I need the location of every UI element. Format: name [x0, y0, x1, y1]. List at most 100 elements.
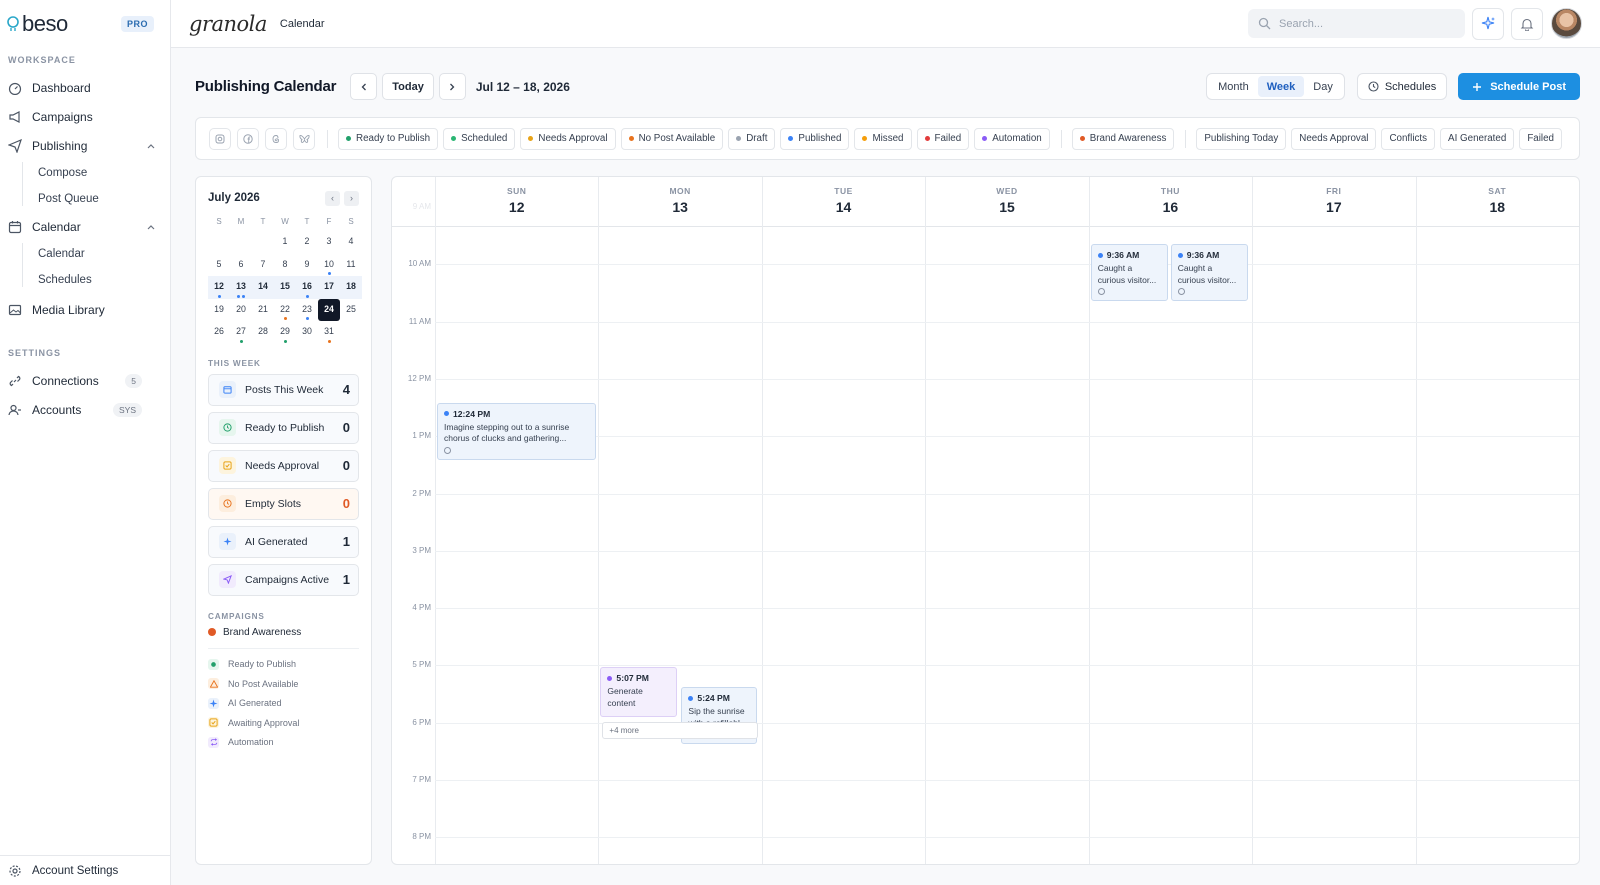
prev-week-button[interactable]: [350, 73, 378, 100]
nav-connections[interactable]: Connections 5: [0, 366, 170, 395]
stat-ready-to-publish[interactable]: Ready to Publish 0: [208, 411, 359, 444]
nav-post-queue[interactable]: Post Queue: [0, 186, 170, 212]
workspace-brand[interactable]: granola: [189, 12, 267, 36]
status-chip-missed[interactable]: Missed: [854, 127, 912, 150]
quick-filter-ai-generated[interactable]: AI Generated: [1440, 127, 1515, 150]
nav-publishing[interactable]: Publishing: [0, 131, 170, 160]
status-chip-draft[interactable]: Draft: [728, 127, 776, 150]
calendar-event[interactable]: 9:36 AM Caught a curious visitor...: [1090, 244, 1168, 302]
more-events-link[interactable]: +4 more: [602, 722, 758, 740]
mini-prev-button[interactable]: ‹: [325, 190, 340, 206]
nav-accounts[interactable]: Accounts SYS: [0, 395, 170, 424]
quick-filter-publishing-today[interactable]: Publishing Today: [1196, 127, 1287, 150]
ai-assistant-button[interactable]: [1472, 7, 1504, 40]
mini-day-7[interactable]: 7: [252, 254, 274, 277]
nav-compose[interactable]: Compose: [0, 160, 170, 186]
mini-day-21[interactable]: 21: [252, 299, 274, 322]
calendar-event[interactable]: 9:36 AM Caught a curious visitor...: [1170, 244, 1248, 302]
view-week-tab[interactable]: Week: [1257, 76, 1305, 97]
today-button[interactable]: Today: [382, 73, 434, 100]
account-settings-link[interactable]: Account Settings: [0, 855, 170, 885]
quick-filter-failed[interactable]: Failed: [1519, 127, 1562, 150]
day-header-sat[interactable]: SAT 18: [1416, 177, 1579, 226]
nav-media-library[interactable]: Media Library: [0, 295, 170, 324]
campaign-item[interactable]: Brand Awareness: [208, 627, 359, 649]
stat-needs-approval[interactable]: Needs Approval 0: [208, 449, 359, 482]
mini-day-10[interactable]: 10: [318, 254, 340, 277]
stat-campaigns-active[interactable]: Campaigns Active 1: [208, 563, 359, 596]
mini-day-9[interactable]: 9: [296, 254, 318, 277]
day-header-mon[interactable]: MON 13: [598, 177, 761, 226]
mini-day-18[interactable]: 18: [340, 276, 362, 299]
mini-day-29[interactable]: 29: [274, 321, 296, 344]
notifications-button[interactable]: [1511, 7, 1543, 40]
mini-next-button[interactable]: ›: [344, 190, 359, 206]
quick-filter-needs-approval[interactable]: Needs Approval: [1291, 127, 1377, 150]
next-week-button[interactable]: [438, 73, 466, 100]
status-chip-ready-to-publish[interactable]: Ready to Publish: [338, 127, 439, 150]
status-chip-needs-approval[interactable]: Needs Approval: [520, 127, 616, 150]
chevron-up-icon[interactable]: [146, 141, 156, 151]
bluesky-icon[interactable]: [293, 127, 315, 150]
mini-day-28[interactable]: 28: [252, 321, 274, 344]
status-chip-scheduled[interactable]: Scheduled: [443, 127, 516, 150]
mini-day-26[interactable]: 26: [208, 321, 230, 344]
mini-day-4[interactable]: 4: [340, 231, 362, 254]
status-chip-automation[interactable]: Automation: [974, 127, 1050, 150]
status-chip-failed[interactable]: Failed: [916, 127, 970, 150]
schedules-button[interactable]: Schedules: [1356, 73, 1448, 100]
status-chip-no-post-available[interactable]: No Post Available: [620, 127, 724, 150]
mini-day-2[interactable]: 2: [296, 231, 318, 254]
mini-day-17[interactable]: 17: [318, 276, 340, 299]
mini-day-24[interactable]: 24: [318, 298, 340, 321]
search-input[interactable]: Search...: [1248, 9, 1465, 38]
day-header-fri[interactable]: FRI 17: [1252, 177, 1415, 226]
nav-campaigns[interactable]: Campaigns: [0, 102, 170, 131]
nav-calendar[interactable]: Calendar: [0, 212, 170, 241]
avatar[interactable]: [1551, 8, 1582, 39]
mini-day-8[interactable]: 8: [274, 254, 296, 277]
day-header-tue[interactable]: TUE 14: [762, 177, 925, 226]
mini-day-23[interactable]: 23: [296, 299, 318, 322]
week-grid[interactable]: 9 AM 10 AM 11 AM 12 PM 1 PM 2 PM 3 PM 4 PM 5 PM 6…: [392, 177, 1579, 864]
mini-day-31[interactable]: 31: [318, 321, 340, 344]
mini-day-12[interactable]: 12: [208, 276, 230, 299]
stat-ai-generated[interactable]: AI Generated 1: [208, 525, 359, 558]
day-header-thu[interactable]: THU 16: [1089, 177, 1252, 226]
view-day-tab[interactable]: Day: [1304, 76, 1342, 97]
nav-dashboard[interactable]: Dashboard: [0, 73, 170, 102]
mini-day-14[interactable]: 14: [252, 276, 274, 299]
schedule-post-button[interactable]: Schedule Post: [1458, 73, 1580, 100]
mini-day-27[interactable]: 27: [230, 321, 252, 344]
nav-calendar-sub[interactable]: Calendar: [0, 241, 170, 267]
facebook-icon[interactable]: [237, 127, 259, 150]
mini-day-20[interactable]: 20: [230, 299, 252, 322]
day-header-sun[interactable]: SUN 12: [435, 177, 598, 226]
mini-day-19[interactable]: 19: [208, 299, 230, 322]
quick-filter-conflicts[interactable]: Conflicts: [1381, 127, 1436, 150]
chevron-up-icon[interactable]: [146, 222, 156, 232]
mini-day-11[interactable]: 11: [340, 254, 362, 277]
day-header-wed[interactable]: WED 15: [925, 177, 1088, 226]
stat-posts-this-week[interactable]: Posts This Week 4: [208, 373, 359, 406]
mini-day-15[interactable]: 15: [274, 276, 296, 299]
mini-day-22[interactable]: 22: [274, 299, 296, 322]
mini-day-6[interactable]: 6: [230, 254, 252, 277]
mini-day-5[interactable]: 5: [208, 254, 230, 277]
mini-day-30[interactable]: 30: [296, 321, 318, 344]
mini-day-25[interactable]: 25: [340, 299, 362, 322]
stat-empty-slots[interactable]: Empty Slots 0: [208, 487, 359, 520]
mini-day-16[interactable]: 16: [296, 276, 318, 299]
mini-day-1[interactable]: 1: [274, 231, 296, 254]
calendar-event[interactable]: 5:07 PM Generate content: [600, 667, 678, 718]
instagram-icon[interactable]: [209, 127, 231, 150]
mini-day-13[interactable]: 13: [230, 276, 252, 299]
mini-day-3[interactable]: 3: [318, 231, 340, 254]
logo[interactable]: beso PRO: [0, 0, 170, 47]
nav-schedules[interactable]: Schedules: [0, 267, 170, 293]
calendar-event[interactable]: 12:24 PM Imagine stepping out to a sunris…: [437, 402, 597, 460]
view-month-tab[interactable]: Month: [1209, 76, 1258, 97]
campaign-filter-chip[interactable]: Brand Awareness: [1071, 127, 1175, 150]
threads-icon[interactable]: [265, 127, 287, 150]
status-chip-published[interactable]: Published: [780, 127, 850, 150]
